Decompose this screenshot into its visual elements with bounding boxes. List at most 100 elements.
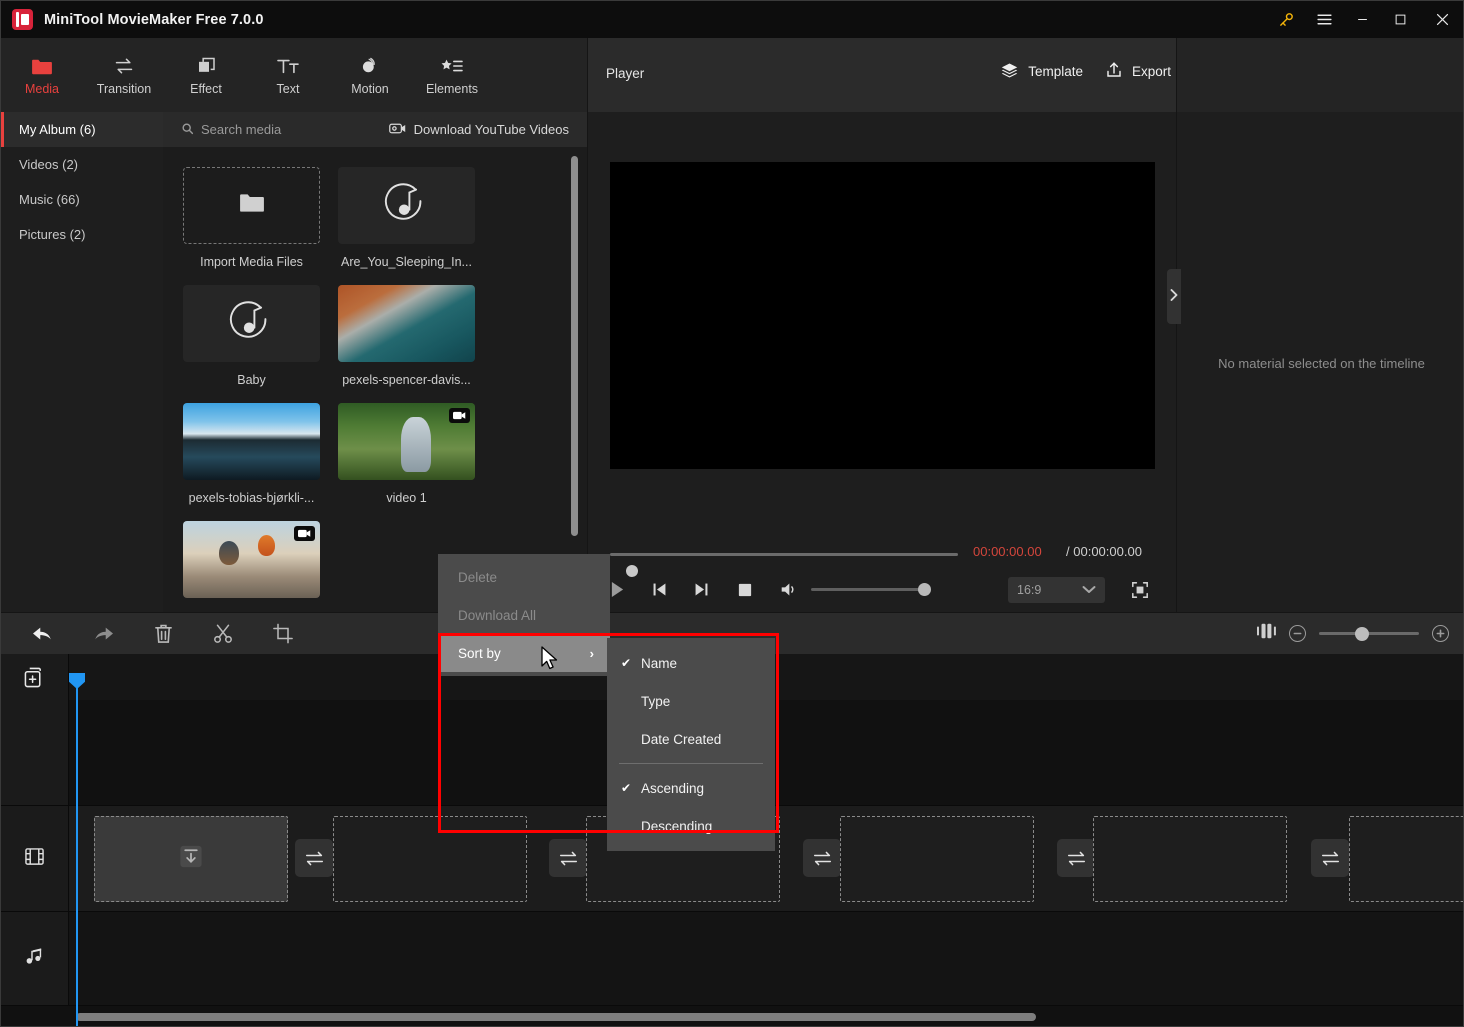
sidebar-item-videos[interactable]: Videos (2) bbox=[1, 147, 163, 182]
ribbon-tab-elements[interactable]: Elements bbox=[411, 38, 493, 112]
close-button[interactable] bbox=[1419, 1, 1463, 38]
transition-slot-button[interactable] bbox=[549, 839, 587, 877]
split-button[interactable] bbox=[193, 613, 253, 655]
context-menu-item-download-all[interactable]: Download All bbox=[438, 596, 610, 634]
zoom-slider[interactable] bbox=[1319, 626, 1419, 641]
sidebar-item-my-album[interactable]: My Album (6) bbox=[1, 112, 163, 147]
audio-thumbnail bbox=[338, 167, 475, 244]
app-title: MiniTool MovieMaker Free 7.0.0 bbox=[44, 11, 264, 28]
timeline-clip-slot[interactable] bbox=[1349, 816, 1463, 902]
time-separator: / bbox=[1066, 544, 1070, 559]
template-button[interactable]: Template bbox=[1000, 62, 1083, 82]
export-button[interactable]: Export bbox=[1105, 61, 1171, 82]
ribbon-toolbar: Media Transition Effect Text Motion Elem… bbox=[1, 38, 587, 112]
volume-slider[interactable] bbox=[811, 583, 931, 596]
search-box[interactable] bbox=[181, 122, 381, 138]
player-controls: 16:9 bbox=[588, 567, 1177, 612]
zoom-in-button[interactable] bbox=[1432, 625, 1449, 642]
transition-slot-button[interactable] bbox=[1311, 839, 1349, 877]
ribbon-label-media: Media bbox=[24, 82, 60, 96]
media-tile-image-tobias-bjorkli[interactable]: pexels-tobias-bjørkli-... bbox=[183, 403, 320, 505]
ribbon-tab-media[interactable]: Media bbox=[1, 38, 83, 112]
timeline-horizontal-scrollbar[interactable] bbox=[69, 1013, 1459, 1021]
redo-button[interactable] bbox=[73, 613, 133, 655]
property-panel-empty-text: No material selected on the timeline bbox=[1218, 356, 1425, 371]
add-media-icon[interactable] bbox=[24, 667, 45, 693]
track-header-video bbox=[1, 806, 69, 911]
fullscreen-button[interactable] bbox=[1127, 577, 1153, 603]
media-tile-video-1[interactable]: video 1 bbox=[338, 403, 475, 505]
previous-frame-button[interactable] bbox=[642, 573, 676, 607]
context-menu-item-delete[interactable]: Delete bbox=[438, 558, 610, 596]
folder-icon bbox=[239, 192, 265, 219]
app-window: MiniTool MovieMaker Free 7.0.0 Media Tra… bbox=[0, 0, 1464, 1027]
layers-square-icon bbox=[196, 54, 217, 76]
submenu-separator bbox=[619, 763, 763, 764]
timeline-zoom-controls bbox=[1256, 622, 1449, 645]
timeline-clip-slot[interactable] bbox=[1093, 816, 1287, 902]
stop-button[interactable] bbox=[728, 573, 762, 607]
delete-button[interactable] bbox=[133, 613, 193, 655]
undo-button[interactable] bbox=[13, 613, 73, 655]
timeline-clip-slot[interactable] bbox=[94, 816, 288, 902]
album-sidebar: My Album (6) Videos (2) Music (66) Pictu… bbox=[1, 112, 163, 612]
folder-icon bbox=[31, 54, 53, 76]
zoom-slider-knob[interactable] bbox=[1355, 626, 1369, 641]
player-progress-slider[interactable] bbox=[610, 553, 958, 577]
download-slot-icon[interactable] bbox=[178, 843, 205, 875]
timeline-track-audio[interactable] bbox=[1, 912, 1463, 1006]
sort-by-submenu: ✔ Name Type Date Created ✔ Ascending Des… bbox=[607, 638, 775, 851]
sort-option-type[interactable]: Type bbox=[607, 682, 775, 720]
menu-button[interactable] bbox=[1305, 1, 1343, 38]
sort-option-descending[interactable]: Descending bbox=[607, 807, 775, 845]
download-youtube-videos-button[interactable]: Download YouTube Videos bbox=[388, 122, 569, 138]
zoom-out-button[interactable] bbox=[1289, 625, 1306, 642]
player-header-actions: Template Export bbox=[1000, 61, 1171, 82]
transition-slot-button[interactable] bbox=[295, 839, 333, 877]
transition-slot-button[interactable] bbox=[803, 839, 841, 877]
tile-label: video 1 bbox=[386, 491, 427, 505]
maximize-button[interactable] bbox=[1381, 1, 1419, 38]
timeline-clip-slot[interactable] bbox=[333, 816, 527, 902]
next-frame-button[interactable] bbox=[684, 573, 718, 607]
panel-collapse-button[interactable] bbox=[1167, 269, 1181, 324]
timeline-scrollbar-thumb[interactable] bbox=[76, 1013, 1036, 1021]
template-label: Template bbox=[1028, 64, 1083, 79]
media-tile-import[interactable]: Import Media Files bbox=[183, 167, 320, 269]
sort-option-label: Name bbox=[641, 655, 678, 671]
media-tile-video-balloons[interactable] bbox=[183, 521, 320, 598]
timeline-clip-slot[interactable] bbox=[840, 816, 1034, 902]
media-tile-audio-baby[interactable]: Baby bbox=[183, 285, 320, 387]
crop-button[interactable] bbox=[253, 613, 313, 655]
sort-option-name[interactable]: ✔ Name bbox=[607, 644, 775, 682]
video-preview-canvas[interactable] bbox=[610, 162, 1155, 469]
search-input[interactable] bbox=[201, 122, 361, 137]
thumbnail-art bbox=[338, 285, 475, 362]
license-key-button[interactable] bbox=[1267, 1, 1305, 38]
media-tile-audio-are-you-sleeping[interactable]: Are_You_Sleeping_In... bbox=[338, 167, 475, 269]
transition-slot-button[interactable] bbox=[1057, 839, 1095, 877]
ribbon-tab-motion[interactable]: Motion bbox=[329, 38, 411, 112]
volume-button[interactable] bbox=[771, 573, 805, 607]
import-media-dropzone[interactable] bbox=[183, 167, 320, 244]
sort-option-label: Ascending bbox=[641, 780, 705, 796]
timeline-playhead[interactable] bbox=[69, 673, 85, 1026]
total-time-label: / 00:00:00.00 bbox=[1066, 544, 1142, 559]
ribbon-tab-transition[interactable]: Transition bbox=[83, 38, 165, 112]
sidebar-item-pictures[interactable]: Pictures (2) bbox=[1, 217, 163, 252]
context-menu-item-sort-by[interactable]: Sort by › bbox=[438, 634, 610, 672]
fit-timeline-button[interactable] bbox=[1256, 622, 1276, 645]
media-tile-image-spencer-davis[interactable]: pexels-spencer-davis... bbox=[338, 285, 475, 387]
ribbon-tab-text[interactable]: Text bbox=[247, 38, 329, 112]
volume-knob[interactable] bbox=[918, 583, 931, 596]
aspect-ratio-select[interactable]: 16:9 bbox=[1008, 577, 1105, 603]
sort-option-date-created[interactable]: Date Created bbox=[607, 720, 775, 758]
media-scrollbar-thumb[interactable] bbox=[571, 156, 578, 536]
media-scrollbar[interactable] bbox=[571, 156, 578, 611]
minimize-button[interactable] bbox=[1343, 1, 1381, 38]
context-menu: Delete Download All Sort by › bbox=[438, 554, 610, 676]
sidebar-item-music[interactable]: Music (66) bbox=[1, 182, 163, 217]
sort-option-ascending[interactable]: ✔ Ascending bbox=[607, 769, 775, 807]
track-body-audio[interactable] bbox=[69, 912, 1463, 1005]
ribbon-tab-effect[interactable]: Effect bbox=[165, 38, 247, 112]
